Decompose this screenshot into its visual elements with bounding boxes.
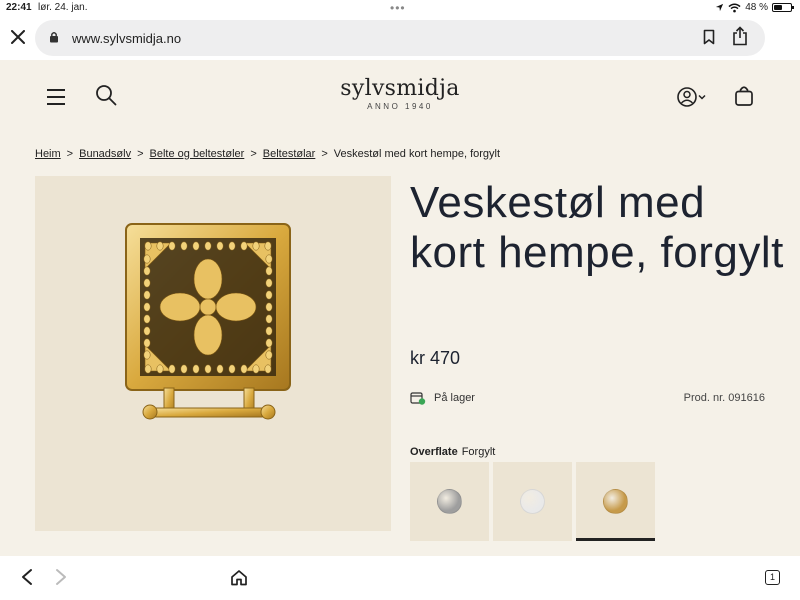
breadcrumb-separator: > [250, 148, 257, 160]
close-icon[interactable] [8, 27, 28, 47]
browser-bottom-toolbar: 1 [0, 556, 800, 600]
logo-name: sylvsmidja [340, 76, 460, 101]
swatch-color-dot [603, 489, 628, 514]
bookmark-icon[interactable] [703, 29, 715, 45]
breadcrumb-current: Veskestøl med kort hempe, forgylt [333, 148, 501, 160]
product-price: kr 470 [410, 348, 461, 368]
product-number: Prod. nr. 091616 [683, 392, 765, 404]
logo-tagline: ANNO 1940 [367, 102, 433, 111]
share-icon[interactable] [732, 26, 748, 46]
user-icon[interactable] [677, 86, 709, 108]
swatch-silver-oxidized[interactable] [410, 462, 489, 541]
finish-swatches [410, 462, 655, 541]
back-icon[interactable] [20, 568, 34, 586]
breadcrumb-link-bunadsolv[interactable]: Bunadsølv [79, 148, 131, 160]
url-text[interactable]: www.sylvsmidja.no [72, 31, 181, 46]
finish-value: Forgylt [461, 446, 496, 458]
status-right: 48 % [715, 2, 794, 13]
home-icon[interactable] [230, 569, 248, 586]
multitask-dots-icon[interactable]: ••• [390, 1, 406, 15]
breadcrumb-link-heim[interactable]: Heim [35, 148, 61, 160]
menu-icon[interactable] [47, 89, 65, 110]
product-title: Veskestøl med kort hempe, forgylt [410, 178, 784, 277]
battery-percent: 48 % [745, 2, 768, 13]
breadcrumb-separator: > [137, 148, 144, 160]
swatch-color-dot [437, 489, 462, 514]
status-time: 22:41 [6, 2, 32, 13]
stock-text: På lager [434, 392, 475, 404]
product-image[interactable] [35, 176, 391, 531]
status-date: lør. 24. jan. [38, 2, 88, 13]
tabs-icon[interactable]: 1 [765, 570, 780, 585]
browser-toolbar: www.sylvsmidja.no [0, 18, 800, 60]
battery-fill [774, 5, 782, 10]
wifi-icon [728, 3, 741, 12]
site-logo[interactable]: sylvsmidja ANNO 1940 [300, 76, 500, 111]
stock-status: På lager [410, 391, 475, 405]
swatch-silver-white[interactable] [493, 462, 572, 541]
search-icon[interactable] [95, 84, 117, 106]
breadcrumb-separator: > [321, 148, 328, 160]
swatch-gold[interactable] [576, 462, 655, 541]
breadcrumb-link-beltestolar[interactable]: Beltestølar [263, 148, 316, 160]
location-icon [716, 3, 724, 12]
breadcrumb-link-belte[interactable]: Belte og beltestøler [150, 148, 245, 160]
status-bar: 22:41 lør. 24. jan. ••• 48 % [0, 0, 800, 18]
cart-icon[interactable] [734, 85, 754, 107]
lock-icon [50, 31, 58, 43]
site-header: sylvsmidja ANNO 1940 [0, 60, 800, 126]
forward-icon[interactable] [54, 568, 68, 586]
battery-icon [772, 3, 794, 12]
address-bar[interactable]: www.sylvsmidja.no [35, 20, 765, 56]
product-photo-buckle [125, 223, 291, 420]
breadcrumb: Heim > Bunadsølv > Belte og beltestøler > Belt… [35, 148, 500, 160]
finish-label: Overflate Forgylt [410, 446, 495, 458]
breadcrumb-separator: > [66, 148, 74, 160]
finish-heading: Overflate [410, 446, 458, 458]
swatch-color-dot [520, 489, 545, 514]
in-stock-icon [410, 392, 426, 405]
